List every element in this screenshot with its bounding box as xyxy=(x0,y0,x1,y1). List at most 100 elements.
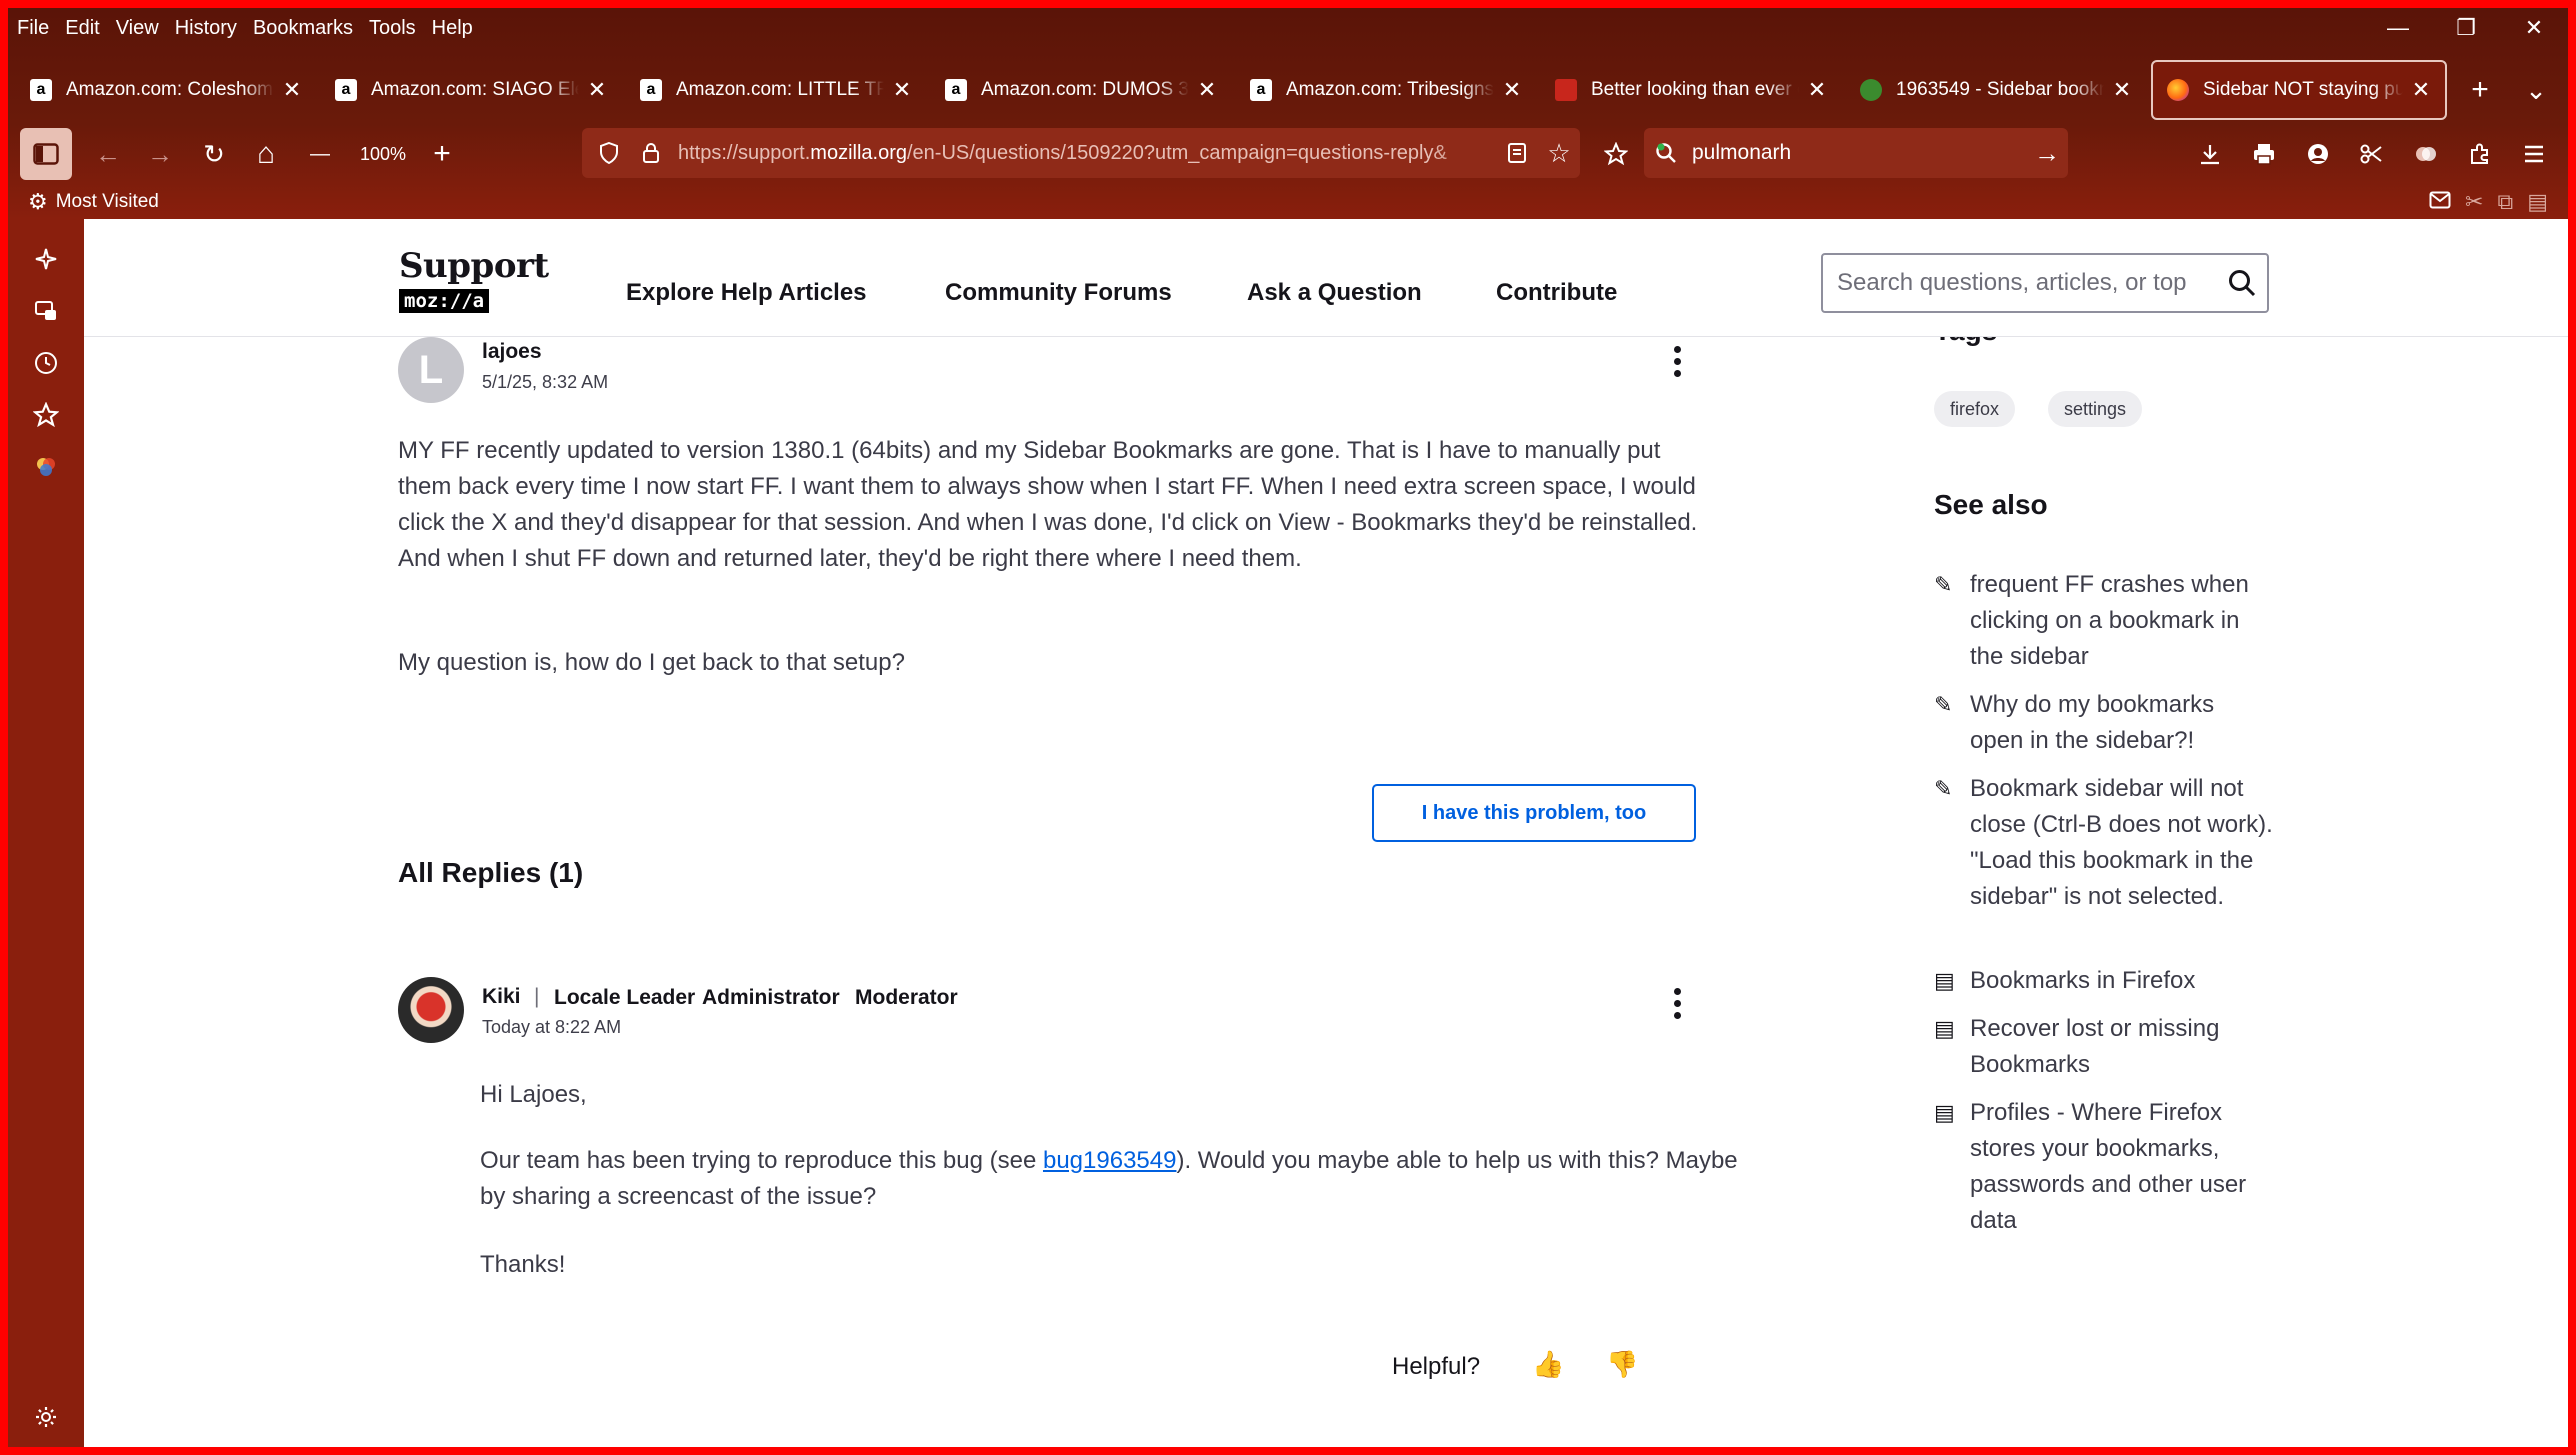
tab-7[interactable]: 1963549 - Sidebar bookmar ✕ xyxy=(1846,60,2146,120)
ai-chatbot-icon[interactable] xyxy=(24,237,68,281)
tab-6[interactable]: Better looking than ever on ✕ xyxy=(1541,60,1841,120)
close-window-button[interactable]: ✕ xyxy=(2500,8,2568,48)
menu-view[interactable]: View xyxy=(108,8,167,48)
list-all-tabs-button[interactable]: ⌄ xyxy=(2508,62,2564,118)
see-also-link[interactable]: Recover lost or missing Bookmarks xyxy=(1970,1011,2274,1083)
app-menu-icon[interactable] xyxy=(2514,126,2554,182)
menu-edit[interactable]: Edit xyxy=(57,8,107,48)
url-text[interactable]: https://support.mozilla.org/en-US/questi… xyxy=(678,142,1496,165)
i-have-this-problem-button[interactable]: I have this problem, too xyxy=(1372,784,1696,842)
nav-community-forums[interactable]: Community Forums xyxy=(945,279,1172,307)
sidebar-toggle-button[interactable] xyxy=(20,128,72,180)
tab-2[interactable]: a Amazon.com: SIAGO Electri ✕ xyxy=(321,60,621,120)
extension-scissors-icon[interactable] xyxy=(2352,126,2392,182)
synced-tabs-icon[interactable] xyxy=(24,289,68,333)
tab-close-icon[interactable]: ✕ xyxy=(2409,77,2433,103)
reply-avatar[interactable] xyxy=(398,977,464,1043)
tab-close-icon[interactable]: ✕ xyxy=(280,77,304,103)
question-followup: My question is, how do I get back to tha… xyxy=(398,649,905,676)
menu-bookmarks[interactable]: Bookmarks xyxy=(245,8,361,48)
search-go-button[interactable]: → xyxy=(2026,128,2068,178)
search-icon[interactable] xyxy=(2217,255,2267,311)
tag-settings[interactable]: settings xyxy=(2048,391,2143,427)
tab-8-active[interactable]: Sidebar NOT staying put in ✕ xyxy=(2151,60,2447,120)
tab-1[interactable]: a Amazon.com: Coleshome 7 ✕ xyxy=(16,60,316,120)
tab-close-icon[interactable]: ✕ xyxy=(1195,77,1219,103)
nav-contribute[interactable]: Contribute xyxy=(1496,279,1617,307)
tab-close-icon[interactable]: ✕ xyxy=(2110,77,2134,103)
reload-button[interactable]: ↻ xyxy=(194,126,234,182)
tab-close-icon[interactable]: ✕ xyxy=(585,77,609,103)
copy-icon[interactable]: ⧉ xyxy=(2497,189,2513,215)
menu-file[interactable]: File xyxy=(8,8,57,48)
bug-link[interactable]: bug1963549 xyxy=(1043,1147,1176,1174)
account-icon[interactable] xyxy=(2298,126,2338,182)
search-bar-value[interactable]: pulmonarh xyxy=(1692,141,2026,165)
mozilla-logo[interactable]: moz://a xyxy=(399,289,490,313)
mail-icon[interactable] xyxy=(2429,189,2451,215)
most-visited-folder[interactable]: ⚙ Most Visited xyxy=(28,189,159,215)
tab-5[interactable]: a Amazon.com: Tribesigns 63 ✕ xyxy=(1236,60,1536,120)
see-also-item[interactable]: ✎ frequent FF crashes when clicking on a… xyxy=(1934,567,2274,675)
downloads-icon[interactable] xyxy=(2190,126,2230,182)
see-also-item[interactable]: ▤ Recover lost or missing Bookmarks xyxy=(1934,1011,2274,1083)
tab-close-icon[interactable]: ✕ xyxy=(1805,77,1829,103)
see-also-item[interactable]: ▤ Profiles - Where Firefox stores your b… xyxy=(1934,1095,2274,1239)
back-button[interactable]: ← xyxy=(88,126,128,182)
thumbs-down-icon[interactable]: 👎 xyxy=(1606,1349,1638,1380)
extension-sidebar-icon[interactable] xyxy=(24,445,68,489)
tab-4[interactable]: a Amazon.com: DUMOS 32 In ✕ xyxy=(931,60,1231,120)
support-logo-text[interactable]: Support xyxy=(399,246,549,286)
site-search-input[interactable] xyxy=(1837,269,2217,297)
bookmarks-icon[interactable] xyxy=(24,393,68,437)
tab-close-icon[interactable]: ✕ xyxy=(890,77,914,103)
menu-history[interactable]: History xyxy=(167,8,245,48)
see-also-link[interactable]: frequent FF crashes when clicking on a b… xyxy=(1970,567,2274,675)
home-button[interactable]: ⌂ xyxy=(246,126,286,182)
menu-tools[interactable]: Tools xyxy=(361,8,424,48)
tab-close-icon[interactable]: ✕ xyxy=(1500,77,1524,103)
nav-explore-help-articles[interactable]: Explore Help Articles xyxy=(626,279,867,307)
see-also-link[interactable]: Profiles - Where Firefox stores your boo… xyxy=(1970,1095,2274,1239)
question-more-options-icon[interactable] xyxy=(1662,341,1692,381)
restore-button[interactable]: ❐ xyxy=(2432,8,2500,48)
search-engine-icon[interactable] xyxy=(1648,128,1684,178)
see-also-item[interactable]: ✎ Bookmark sidebar will not close (Ctrl-… xyxy=(1934,771,2274,915)
sidebar-settings-icon[interactable] xyxy=(24,1395,68,1439)
nav-ask-a-question[interactable]: Ask a Question xyxy=(1247,279,1422,307)
see-also-link[interactable]: Why do my bookmarks open in the sidebar?… xyxy=(1970,687,2274,759)
search-bar[interactable]: pulmonarh → xyxy=(1644,128,2068,178)
reader-view-icon[interactable] xyxy=(1496,128,1538,178)
reply-more-options-icon[interactable] xyxy=(1662,983,1692,1023)
paste-icon[interactable]: ▤ xyxy=(2527,189,2548,215)
extensions-puzzle-icon[interactable] xyxy=(2460,126,2500,182)
see-also-link[interactable]: Bookmark sidebar will not close (Ctrl-B … xyxy=(1970,771,2274,915)
shield-icon[interactable] xyxy=(588,128,630,178)
extension-colors-icon[interactable] xyxy=(2406,126,2446,182)
history-icon[interactable] xyxy=(24,341,68,385)
see-also-item[interactable]: ▤ Bookmarks in Firefox xyxy=(1934,963,2274,999)
tag-firefox[interactable]: firefox xyxy=(1934,391,2016,427)
cut-icon[interactable]: ✂ xyxy=(2465,189,2483,215)
see-also-item[interactable]: ✎ Why do my bookmarks open in the sideba… xyxy=(1934,687,2274,759)
zoom-in-button[interactable]: + xyxy=(422,126,462,182)
avatar[interactable]: L xyxy=(398,337,464,403)
menu-help[interactable]: Help xyxy=(424,8,481,48)
thumbs-up-icon[interactable]: 👍 xyxy=(1532,1349,1564,1380)
new-tab-button[interactable]: + xyxy=(2452,62,2508,118)
tab-3[interactable]: a Amazon.com: LITTLE TREE 7 ✕ xyxy=(626,60,926,120)
reply-author[interactable]: Kiki xyxy=(482,985,521,1009)
print-icon[interactable] xyxy=(2244,126,2284,182)
forward-button[interactable]: → xyxy=(140,126,180,182)
lock-icon[interactable] xyxy=(630,128,672,178)
bookmark-star-icon[interactable]: ☆ xyxy=(1538,128,1580,178)
zoom-out-button[interactable]: — xyxy=(300,126,340,182)
web-page: Support moz://a Explore Help Articles Co… xyxy=(84,219,2568,1447)
url-bar[interactable]: https://support.mozilla.org/en-US/questi… xyxy=(582,128,1580,178)
bookmarks-toolbar-star-icon[interactable] xyxy=(1596,126,1636,182)
question-author[interactable]: lajoes xyxy=(482,340,542,364)
minimize-button[interactable]: — xyxy=(2364,8,2432,48)
zoom-level[interactable]: 100% xyxy=(348,126,418,182)
see-also-link[interactable]: Bookmarks in Firefox xyxy=(1970,963,2195,999)
tab-title: Amazon.com: Tribesigns 63 xyxy=(1286,79,1494,100)
